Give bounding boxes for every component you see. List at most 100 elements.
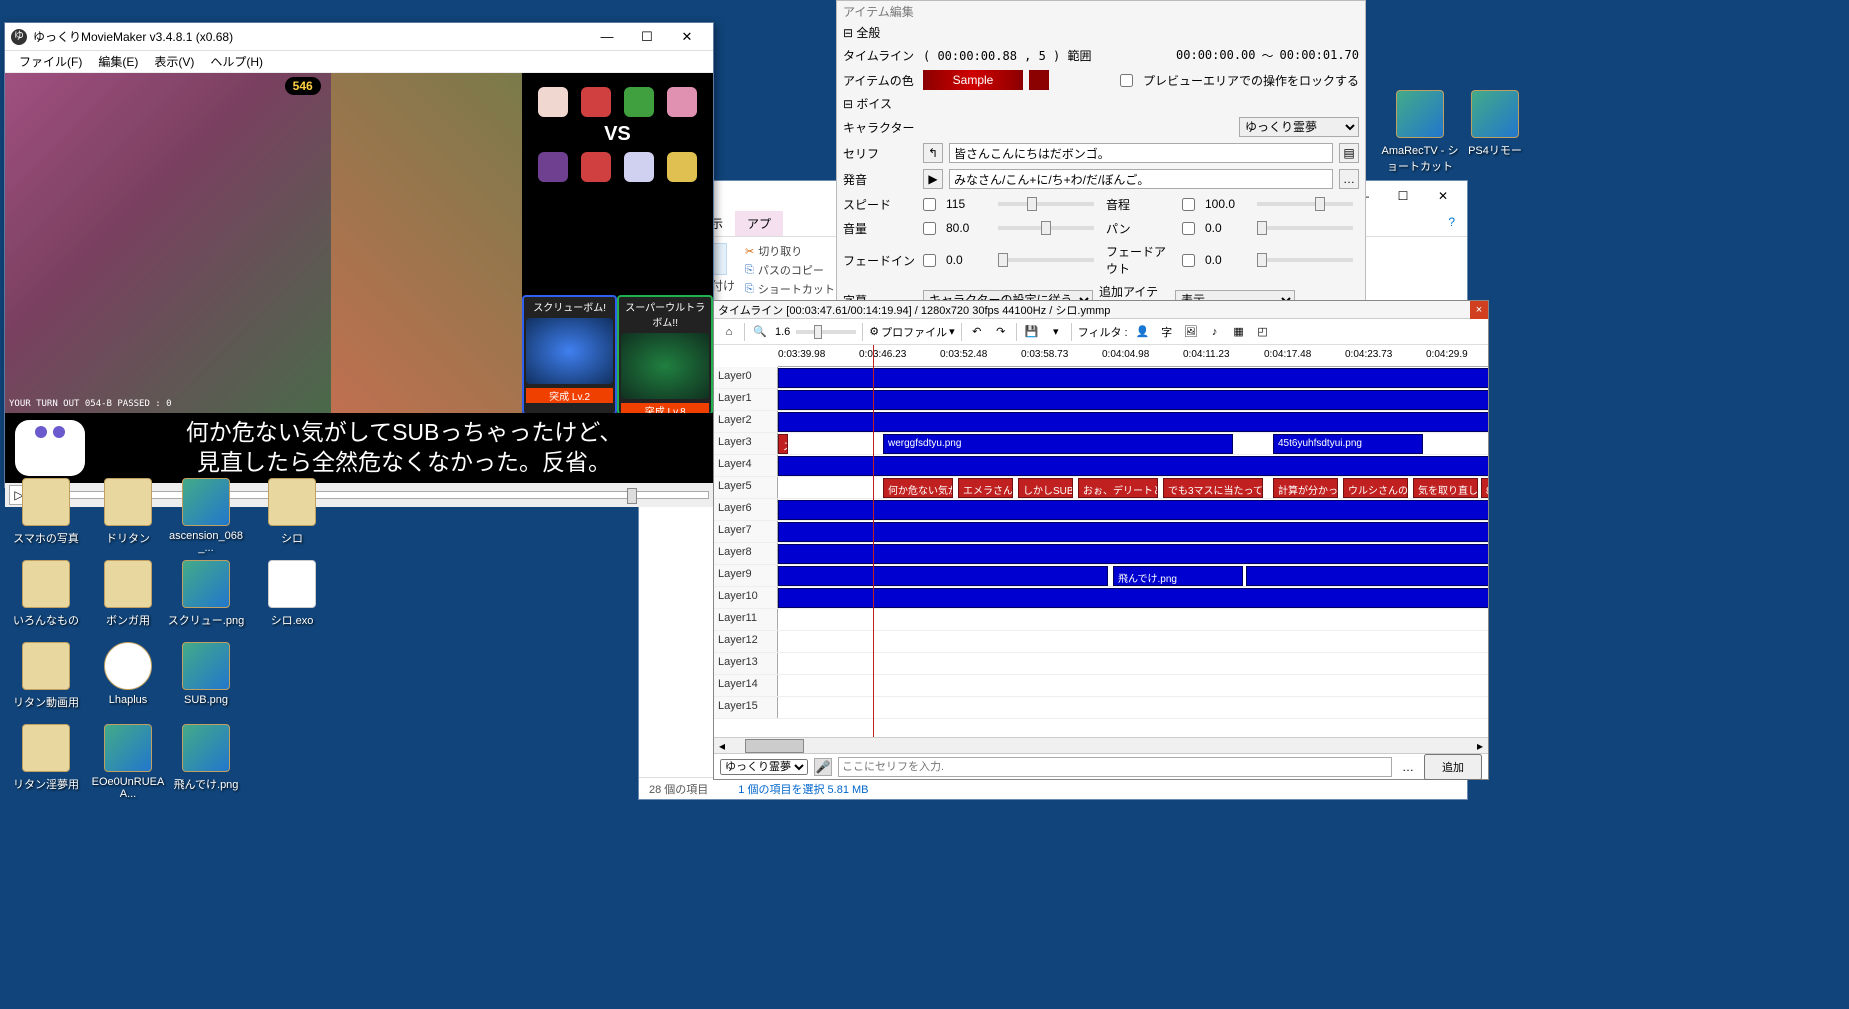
filter-video-icon[interactable]: ▦: [1230, 323, 1248, 341]
layer-track[interactable]: 何か危ない気がエメラさんも巻しかしSUBをおぉ、デリートと近ボでも3マスに当たっ…: [778, 477, 1488, 498]
speed-slider[interactable]: [998, 202, 1094, 206]
layer-track[interactable]: [778, 653, 1488, 674]
timeline-hscroll[interactable]: ◂ ▸: [714, 737, 1488, 753]
explorer-max[interactable]: ☐: [1383, 185, 1423, 207]
desktop-icon-ボンガ用[interactable]: ボンガ用: [88, 560, 168, 628]
timeline-clip[interactable]: 何か危ない気が: [883, 478, 953, 498]
timeline-clip[interactable]: 8秒でリ: [1481, 478, 1488, 498]
desktop-icon-リタン淫夢用[interactable]: リタン淫夢用: [6, 724, 86, 792]
desktop-icon-シロ[interactable]: シロ: [252, 478, 332, 546]
layer-name[interactable]: Layer8: [714, 543, 778, 564]
tab-app[interactable]: アプ: [735, 211, 783, 236]
menu-編集(E)[interactable]: 編集(E): [90, 51, 146, 72]
layer-name[interactable]: Layer3: [714, 433, 778, 454]
layer-track[interactable]: [778, 367, 1488, 388]
item-color-swatch[interactable]: Sample: [923, 70, 1023, 90]
timeline-clip[interactable]: [778, 368, 1488, 388]
pitch-checkbox[interactable]: [1182, 198, 1195, 211]
pitch-slider[interactable]: [1257, 202, 1353, 206]
timeline-clip[interactable]: エメラさんも巻: [958, 478, 1013, 498]
menu-表示(V)[interactable]: 表示(V): [146, 51, 202, 72]
layer-track[interactable]: [778, 411, 1488, 432]
desktop-icon-ascension_068_...[interactable]: ascension_068_...: [166, 478, 246, 554]
timeline-clip[interactable]: 45t6yuhfsdtyui.png: [1273, 434, 1423, 454]
desktop-icon-ドリタン[interactable]: ドリタン: [88, 478, 168, 546]
fadeout-slider[interactable]: [1257, 258, 1353, 262]
scroll-left-icon[interactable]: ◂: [714, 738, 730, 753]
timeline-clip[interactable]: [778, 456, 1488, 476]
layer-name[interactable]: Layer0: [714, 367, 778, 388]
speech-character-select[interactable]: ゆっくり霊夢: [720, 759, 808, 775]
profile-button[interactable]: ⚙ プロファイル ▾: [869, 323, 954, 341]
speech-add-button[interactable]: 追加: [1424, 754, 1482, 780]
save-icon[interactable]: 💾: [1023, 323, 1041, 341]
character-select[interactable]: ゆっくり霊夢: [1239, 117, 1359, 137]
timeline-clip[interactable]: [778, 500, 1488, 520]
desktop-icon-EOe0UnRUEAA...[interactable]: EOe0UnRUEAA...: [88, 724, 168, 800]
hatsuon-input[interactable]: [949, 169, 1333, 189]
volume-slider[interactable]: [998, 226, 1094, 230]
section-voice[interactable]: ボイス: [837, 93, 1365, 114]
moviemaker-min[interactable]: —: [587, 24, 627, 50]
mic-icon[interactable]: 🎤: [814, 758, 832, 776]
timeline-clip[interactable]: 飛んでけ.png: [1113, 566, 1243, 586]
home-icon[interactable]: ⌂: [720, 323, 738, 341]
layer-track[interactable]: [778, 521, 1488, 542]
ribbon-shortcut[interactable]: ⎘ショートカット: [745, 281, 835, 297]
zoom-slider[interactable]: [796, 330, 856, 334]
layer-track[interactable]: [778, 609, 1488, 630]
filter-text-icon[interactable]: 字: [1158, 323, 1176, 341]
timeline-clip[interactable]: ウルシさんの羽: [1343, 478, 1408, 498]
filter-user-icon[interactable]: 👤: [1134, 323, 1152, 341]
explorer-help-icon[interactable]: ?: [1436, 211, 1467, 236]
hatsuon-more-button[interactable]: …: [1339, 169, 1359, 189]
filter-image-icon[interactable]: 🖼: [1182, 323, 1200, 341]
timeline-clip[interactable]: [778, 544, 1488, 564]
lock-preview-checkbox[interactable]: [1120, 74, 1133, 87]
filter-misc-icon[interactable]: ◰: [1254, 323, 1272, 341]
timeline-clip[interactable]: ス!: [778, 434, 788, 454]
timeline-clip[interactable]: [778, 522, 1488, 542]
desktop-icon-AmaRecTV - ショートカット[interactable]: AmaRecTV - ショートカット: [1380, 90, 1460, 174]
timeline-clip[interactable]: でも3マスに当たってるからこ: [1163, 478, 1263, 498]
layer-name[interactable]: Layer12: [714, 631, 778, 652]
undo-icon[interactable]: ↶: [968, 323, 986, 341]
timeline-close[interactable]: ×: [1470, 301, 1488, 319]
layer-track[interactable]: [778, 389, 1488, 410]
layer-name[interactable]: Layer4: [714, 455, 778, 476]
ribbon-copy-path[interactable]: ⎘パスのコピー: [745, 262, 835, 278]
zoom-icon[interactable]: 🔍: [751, 323, 769, 341]
scroll-right-icon[interactable]: ▸: [1472, 738, 1488, 753]
speech-input[interactable]: [838, 757, 1392, 777]
desktop-icon-PS4リモー[interactable]: PS4リモー: [1455, 90, 1535, 158]
layer-track[interactable]: [778, 587, 1488, 608]
layer-track[interactable]: [778, 697, 1488, 718]
speech-more-icon[interactable]: …: [1398, 760, 1418, 774]
scroll-thumb[interactable]: [745, 739, 804, 753]
fadein-slider[interactable]: [998, 258, 1094, 262]
filter-audio-icon[interactable]: ♪: [1206, 323, 1224, 341]
hatsuon-play-button[interactable]: ▶: [923, 169, 943, 189]
timeline-clip[interactable]: [778, 588, 1488, 608]
layer-name[interactable]: Layer5: [714, 477, 778, 498]
layer-name[interactable]: Layer2: [714, 411, 778, 432]
timeline-clip[interactable]: 気を取り直して、ま: [1413, 478, 1478, 498]
desktop-icon-スマホの写真[interactable]: スマホの写真: [6, 478, 86, 546]
section-general[interactable]: 全般: [837, 22, 1365, 43]
ribbon-cut[interactable]: ✂切り取り: [745, 243, 835, 259]
save-dropdown-icon[interactable]: ▾: [1047, 323, 1065, 341]
layer-track[interactable]: [778, 455, 1488, 476]
desktop-icon-リタン動画用[interactable]: リタン動画用: [6, 642, 86, 710]
layer-name[interactable]: Layer10: [714, 587, 778, 608]
layer-track[interactable]: [778, 543, 1488, 564]
speed-checkbox[interactable]: [923, 198, 936, 211]
moviemaker-titlebar[interactable]: ゆ ゆっくりMovieMaker v3.4.8.1 (x0.68) — ☐ ✕: [5, 23, 713, 51]
layer-track[interactable]: ス!werggfsdtyu.png45t6yuhfsdtyui.png: [778, 433, 1488, 454]
moviemaker-close[interactable]: ✕: [667, 24, 707, 50]
desktop-icon-飛んでけ.png[interactable]: 飛んでけ.png: [166, 724, 246, 792]
layer-name[interactable]: Layer6: [714, 499, 778, 520]
pan-checkbox[interactable]: [1182, 222, 1195, 235]
moviemaker-max[interactable]: ☐: [627, 24, 667, 50]
timeline-clip[interactable]: [1246, 566, 1488, 586]
seek-thumb[interactable]: [627, 488, 637, 504]
